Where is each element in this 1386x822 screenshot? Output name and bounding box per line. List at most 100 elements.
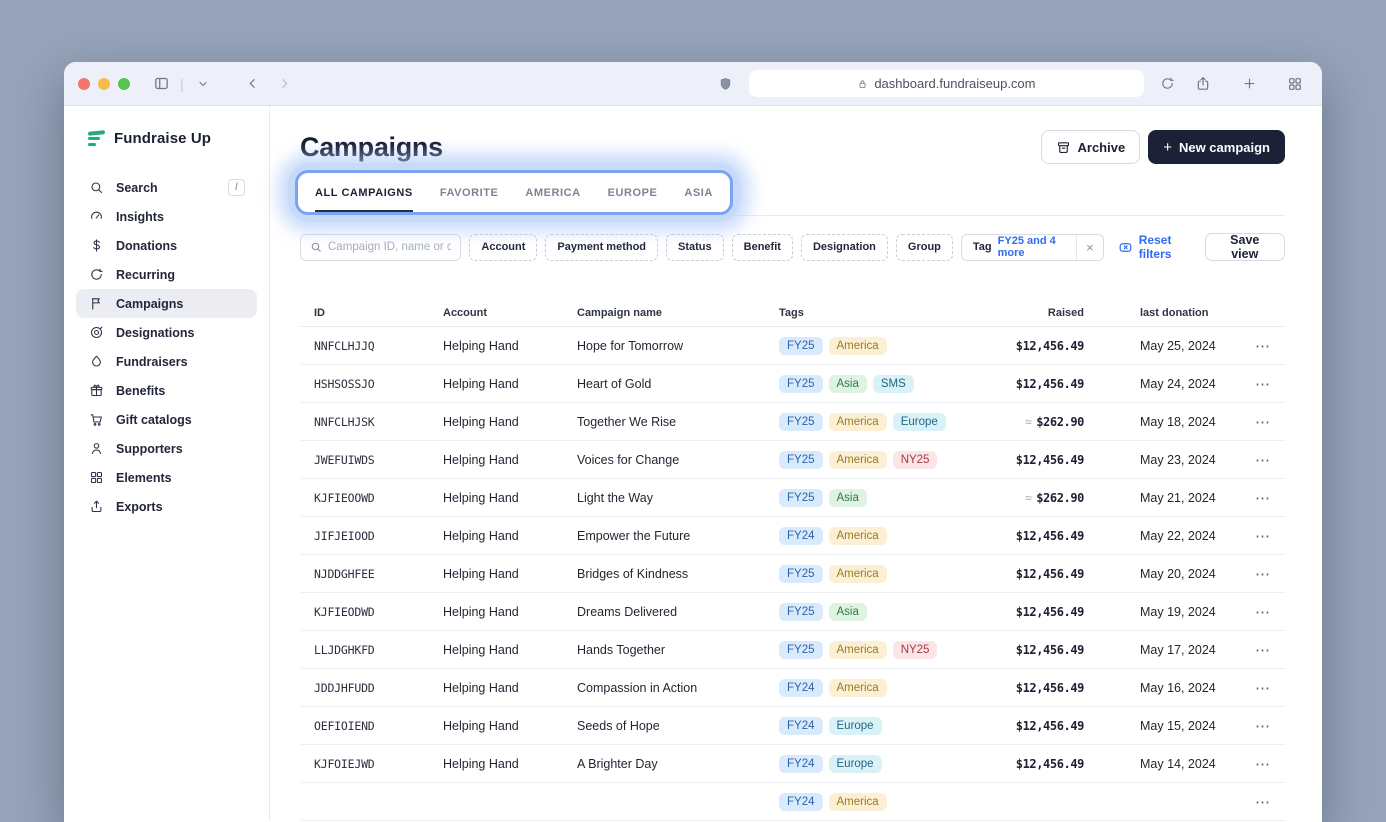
campaign-last-donation: May 16, 2024 (1084, 681, 1235, 695)
gift-catalogs-icon (88, 412, 105, 427)
tab-america[interactable]: AMERICA (525, 173, 580, 212)
row-menu-icon[interactable]: ⋯ (1235, 755, 1271, 773)
row-menu-icon[interactable]: ⋯ (1235, 679, 1271, 697)
sidebar-item-benefits[interactable]: Benefits (76, 376, 257, 405)
table-header: ID Account Campaign name Tags Raised las… (300, 299, 1285, 327)
table-row[interactable]: JWEFUIWDS Helping Hand Voices for Change… (300, 441, 1285, 479)
campaign-last-donation: May 22, 2024 (1084, 529, 1235, 543)
sidebar-toggle-icon[interactable] (148, 71, 174, 97)
campaign-account: Helping Hand (443, 339, 577, 353)
sidebar-item-insights[interactable]: Insights (76, 202, 257, 231)
campaign-id: HSHSOSSJO (314, 377, 443, 391)
chevron-down-icon[interactable] (190, 71, 216, 97)
tab-all-campaigns[interactable]: ALL CAMPAIGNS (315, 173, 413, 212)
tag-pill-europe: Europe (829, 755, 882, 773)
table-row[interactable]: NNFCLHJJQ Helping Hand Hope for Tomorrow… (300, 327, 1285, 365)
table-row[interactable]: KJFIEOOWD Helping Hand Light the Way FY2… (300, 479, 1285, 517)
campaign-name: Hope for Tomorrow (577, 339, 779, 353)
tag-filter-remove-icon[interactable]: × (1077, 240, 1103, 255)
campaign-raised: ≈ $262.90 (990, 415, 1084, 429)
row-menu-icon[interactable]: ⋯ (1235, 413, 1271, 431)
sidebar-item-supporters[interactable]: Supporters (76, 434, 257, 463)
campaign-last-donation: May 18, 2024 (1084, 415, 1235, 429)
table-row[interactable]: KJFIEODWD Helping Hand Dreams Delivered … (300, 593, 1285, 631)
new-campaign-label: New campaign (1179, 140, 1270, 155)
reload-icon[interactable] (1154, 71, 1180, 97)
table-row[interactable]: HSHSOSSJO Helping Hand Heart of Gold FY2… (300, 365, 1285, 403)
sidebar-item-exports[interactable]: Exports (76, 492, 257, 521)
campaign-last-donation: May 14, 2024 (1084, 757, 1235, 771)
sidebar-item-elements[interactable]: Elements (76, 463, 257, 492)
campaign-name: Empower the Future (577, 529, 779, 543)
close-window-button[interactable] (78, 78, 90, 90)
tag-pill-fy25: FY25 (779, 451, 823, 469)
tab-overview-icon[interactable] (1282, 71, 1308, 97)
sidebar-item-campaigns[interactable]: Campaigns (76, 289, 257, 318)
table-row[interactable]: NNFCLHJSK Helping Hand Together We Rise … (300, 403, 1285, 441)
table-row[interactable]: JDDJHFUDD Helping Hand Compassion in Act… (300, 669, 1285, 707)
tab-asia[interactable]: ASIA (684, 173, 712, 212)
row-menu-icon[interactable]: ⋯ (1235, 337, 1271, 355)
archive-button[interactable]: Archive (1041, 130, 1141, 164)
address-bar[interactable]: dashboard.fundraiseup.com (749, 70, 1144, 97)
sidebar-item-gift-catalogs[interactable]: Gift catalogs (76, 405, 257, 434)
table-row[interactable]: LLJDGHKFD Helping Hand Hands Together FY… (300, 631, 1285, 669)
table-row[interactable]: KJFOIEJWD Helping Hand A Brighter Day FY… (300, 745, 1285, 783)
save-view-button[interactable]: Save view (1205, 233, 1285, 261)
privacy-shield-icon[interactable] (713, 71, 739, 97)
sidebar-item-recurring[interactable]: Recurring (76, 260, 257, 289)
forward-button[interactable] (272, 71, 298, 97)
table-row[interactable]: FY24America ⋯ (300, 783, 1285, 821)
minimize-window-button[interactable] (98, 78, 110, 90)
tag-filter[interactable]: Tag FY25 and 4 more × (961, 234, 1104, 261)
col-account: Account (443, 307, 577, 319)
row-menu-icon[interactable]: ⋯ (1235, 527, 1271, 545)
search-input[interactable] (328, 241, 451, 253)
fundraiseup-logo[interactable]: Fundraise Up (76, 130, 257, 147)
tag-pill-fy24: FY24 (779, 679, 823, 697)
table-row[interactable]: NJDDGHFEE Helping Hand Bridges of Kindne… (300, 555, 1285, 593)
fundraisers-icon (88, 354, 105, 369)
share-icon[interactable] (1190, 71, 1216, 97)
table-row[interactable]: OEFIOIEND Helping Hand Seeds of Hope FY2… (300, 707, 1285, 745)
toolbar-divider: | (180, 76, 184, 92)
sidebar-item-donations[interactable]: Donations (76, 231, 257, 260)
row-menu-icon[interactable]: ⋯ (1235, 451, 1271, 469)
filter-pill-account[interactable]: Account (469, 234, 537, 261)
tag-filter-value: FY25 and 4 more (998, 235, 1077, 259)
row-menu-icon[interactable]: ⋯ (1235, 489, 1271, 507)
campaign-tags: FY25AmericaNY25 (779, 641, 990, 659)
row-menu-icon[interactable]: ⋯ (1235, 717, 1271, 735)
sidebar-item-search[interactable]: Search / (76, 173, 257, 202)
table-row[interactable]: JIFJEIOOD Helping Hand Empower the Futur… (300, 517, 1285, 555)
sidebar-item-fundraisers[interactable]: Fundraisers (76, 347, 257, 376)
tab-label: FAVORITE (440, 187, 499, 199)
row-menu-icon[interactable]: ⋯ (1235, 641, 1271, 659)
row-menu-icon[interactable]: ⋯ (1235, 603, 1271, 621)
row-menu-icon[interactable]: ⋯ (1235, 375, 1271, 393)
back-button[interactable] (240, 71, 266, 97)
tab-europe[interactable]: EUROPE (608, 173, 658, 212)
search-icon (88, 180, 105, 195)
campaign-raised: $12,456.49 (990, 605, 1084, 619)
tab-favorite[interactable]: FAVORITE (440, 173, 499, 212)
filter-pill-status[interactable]: Status (666, 234, 724, 261)
zoom-window-button[interactable] (118, 78, 130, 90)
reset-filters-button[interactable]: Reset filters (1118, 233, 1197, 261)
sidebar-item-designations[interactable]: Designations (76, 318, 257, 347)
filter-pill-group[interactable]: Group (896, 234, 953, 261)
campaign-search[interactable] (300, 234, 461, 261)
campaign-tags: FY25America (779, 565, 990, 583)
tag-pill-america: America (829, 413, 887, 431)
tag-pill-ny25: NY25 (893, 451, 938, 469)
filter-pill-designation[interactable]: Designation (801, 234, 888, 261)
row-menu-icon[interactable]: ⋯ (1235, 793, 1271, 811)
campaign-account: Helping Hand (443, 491, 577, 505)
row-menu-icon[interactable]: ⋯ (1235, 565, 1271, 583)
new-campaign-button[interactable]: + New campaign (1148, 130, 1285, 164)
filter-pill-benefit[interactable]: Benefit (732, 234, 793, 261)
filter-pill-payment-method[interactable]: Payment method (545, 234, 658, 261)
campaign-last-donation: May 20, 2024 (1084, 567, 1235, 581)
traffic-lights (78, 78, 130, 90)
new-tab-icon[interactable] (1236, 71, 1262, 97)
